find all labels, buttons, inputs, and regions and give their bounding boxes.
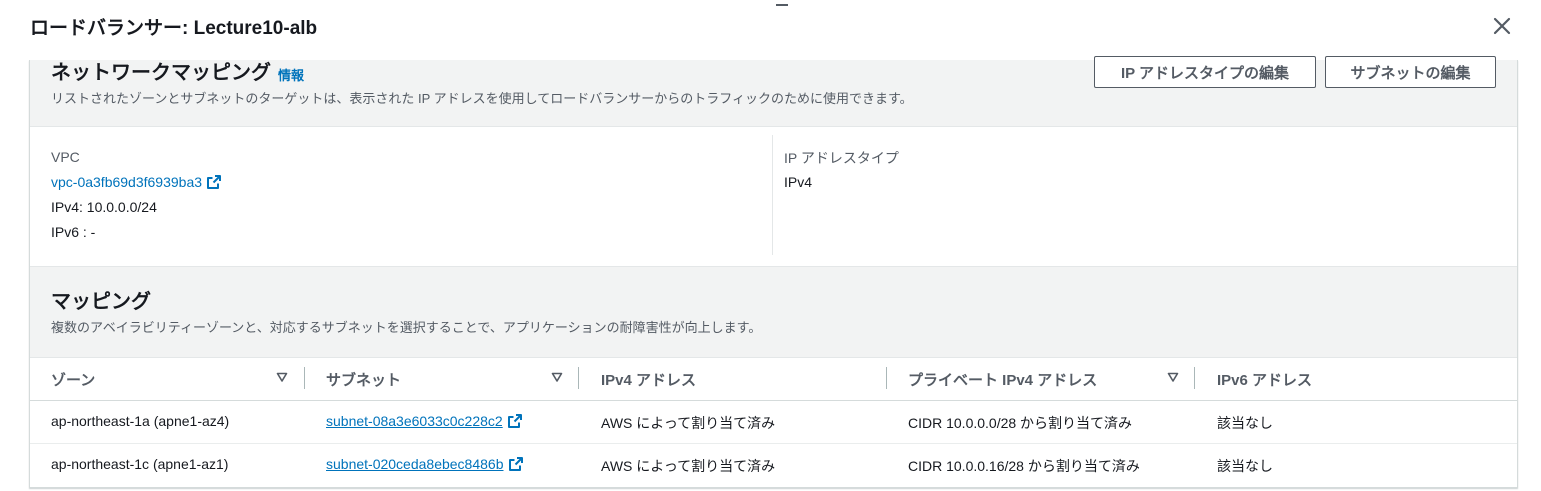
column-header-ipv4: IPv4 アドレス	[601, 372, 697, 389]
edit-ip-address-type-button[interactable]: IP アドレスタイプの編集	[1094, 56, 1316, 88]
column-separator[interactable]	[886, 367, 887, 389]
vpc-label: VPC	[51, 149, 80, 165]
external-link-icon[interactable]	[507, 413, 523, 429]
subnet-cell: subnet-08a3e6033c0c228c2	[326, 413, 523, 429]
column-separator[interactable]	[578, 367, 579, 389]
info-link[interactable]: 情報	[278, 65, 304, 84]
subnet-cell: subnet-020ceda8ebec8486b	[326, 456, 524, 472]
subnet-link[interactable]: subnet-020ceda8ebec8486b	[326, 456, 504, 472]
modal-title: ロードバランサー: Lecture10-alb	[30, 18, 318, 39]
ip-address-type-label: IP アドレスタイプ	[784, 150, 899, 166]
mappings-table-header: ゾーン サブネット IPv4 アドレス プライベート IPv4 アドレス IPv…	[30, 358, 1517, 401]
vpc-link[interactable]: vpc-0a3fb69d3f6939ba3	[51, 174, 202, 190]
ipv4-cell: AWS によって割り当て済み	[601, 458, 776, 474]
ip-address-type-value: IPv4	[784, 174, 813, 190]
ipv6-cell: 該当なし	[1217, 415, 1273, 431]
network-mapping-header: ネットワークマッピング 情報 リストされたゾーンとサブネットのターゲットは、表示…	[30, 56, 1517, 127]
sort-down-icon[interactable]	[1167, 371, 1179, 383]
column-header-ipv6: IPv6 アドレス	[1217, 372, 1313, 389]
network-mapping-panel: ネットワークマッピング 情報 リストされたゾーンとサブネットのターゲットは、表示…	[29, 56, 1518, 488]
column-header-private-ipv4[interactable]: プライベート IPv4 アドレス	[908, 369, 1097, 390]
mappings-title: マッピング	[51, 291, 151, 313]
external-link-icon[interactable]	[206, 174, 222, 190]
close-icon[interactable]	[1490, 14, 1514, 38]
external-link-icon[interactable]	[508, 456, 524, 472]
table-row: ap-northeast-1c (apne1-az1) subnet-020ce…	[30, 444, 1517, 486]
network-mapping-title: ネットワークマッピング	[51, 62, 271, 84]
edit-subnets-button[interactable]: サブネットの編集	[1325, 56, 1496, 88]
vpc-ipv6: IPv6 : -	[51, 224, 96, 240]
table-row: ap-northeast-1a (apne1-az4) subnet-08a3e…	[30, 401, 1517, 444]
sort-down-icon[interactable]	[551, 371, 563, 383]
resize-handle[interactable]	[776, 4, 788, 6]
ipv4-cell: AWS によって割り当て済み	[601, 415, 776, 431]
mappings-header: マッピング 複数のアベイラビリティーゾーンと、対応するサブネットを選択することで…	[30, 267, 1517, 358]
column-header-zone[interactable]: ゾーン	[51, 369, 95, 390]
vpc-ipv4: IPv4: 10.0.0.0/24	[51, 199, 157, 215]
zone-cell: ap-northeast-1c (apne1-az1)	[51, 456, 229, 472]
column-header-subnet[interactable]: サブネット	[326, 369, 401, 390]
network-mapping-description: リストされたゾーンとサブネットのターゲットは、表示された IP アドレスを使用し…	[51, 91, 913, 106]
subnet-link[interactable]: subnet-08a3e6033c0c228c2	[326, 413, 503, 429]
mappings-description: 複数のアベイラビリティーゾーンと、対応するサブネットを選択することで、アプリケー…	[51, 320, 762, 335]
private-ipv4-cell: CIDR 10.0.0.16/28 から割り当て済み	[908, 458, 1140, 474]
sort-down-icon[interactable]	[276, 371, 288, 383]
vpc-link-row: vpc-0a3fb69d3f6939ba3	[51, 174, 222, 190]
column-separator[interactable]	[1194, 367, 1195, 389]
column-separator[interactable]	[304, 367, 305, 389]
vpc-details: VPC vpc-0a3fb69d3f6939ba3 IPv4: 10.0.0.0…	[30, 127, 1517, 267]
private-ipv4-cell: CIDR 10.0.0.0/28 から割り当て済み	[908, 415, 1133, 431]
zone-cell: ap-northeast-1a (apne1-az4)	[51, 413, 230, 429]
ipv6-cell: 該当なし	[1217, 458, 1273, 474]
column-divider	[772, 135, 773, 255]
modal-header: ロードバランサー: Lecture10-alb	[0, 0, 1541, 50]
